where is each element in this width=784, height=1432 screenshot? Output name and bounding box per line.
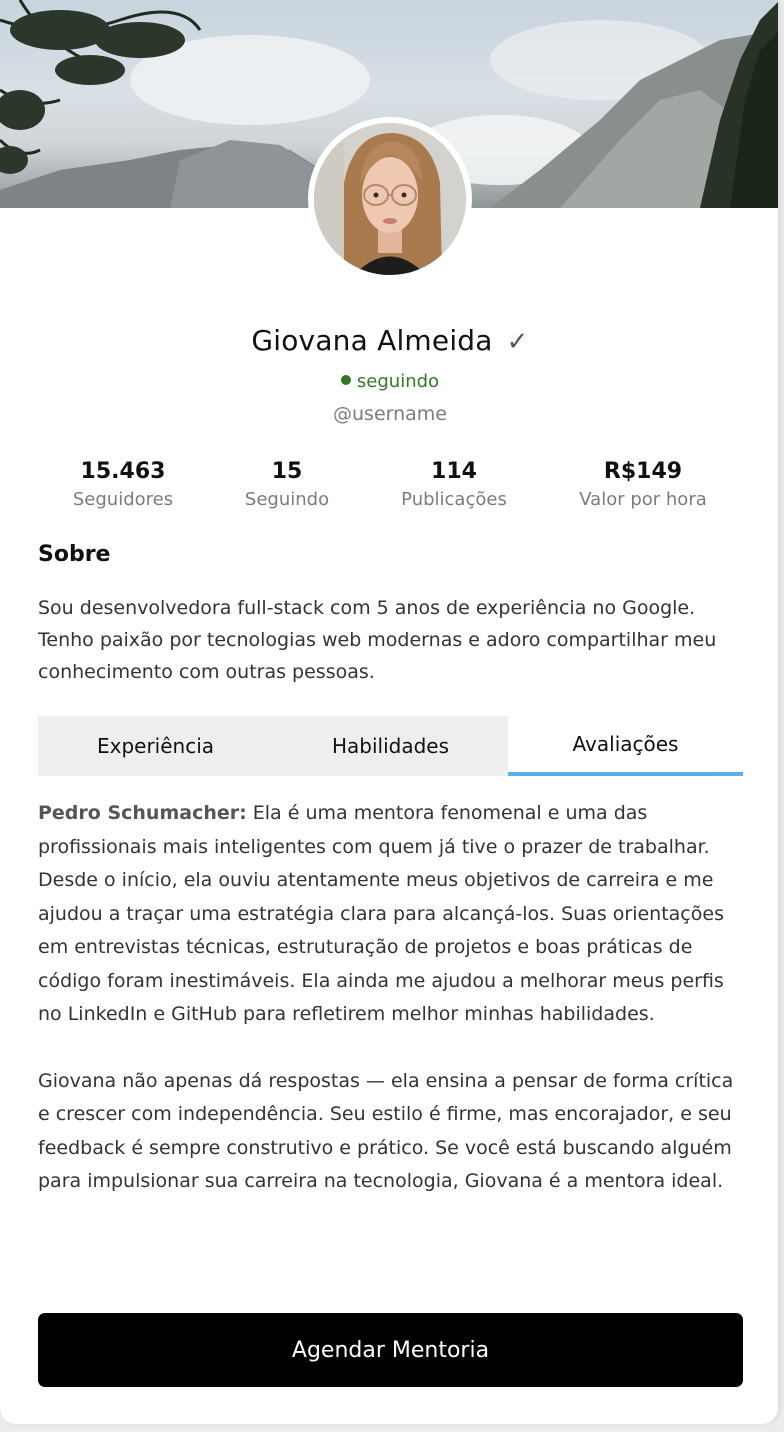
review-text: Giovana não apenas dá respostas — ela en… bbox=[38, 1069, 734, 1193]
profile-name: Giovana Almeida bbox=[251, 324, 493, 357]
profile-card: Giovana Almeida ✓ seguindo @username 15.4… bbox=[0, 0, 778, 1424]
username: @username bbox=[333, 403, 447, 425]
stat-label: Publicações bbox=[401, 489, 507, 510]
profile-tabs: Experiência Habilidades Avaliações bbox=[38, 716, 743, 776]
avatar-ring bbox=[308, 117, 472, 281]
stat-value: 15.463 bbox=[80, 459, 166, 484]
avatar-photo bbox=[314, 123, 466, 275]
about-heading: Sobre bbox=[38, 542, 111, 567]
review-paragraph: Pedro Schumacher: Ela é uma mentora feno… bbox=[38, 797, 750, 1032]
stat-label: Seguidores bbox=[72, 489, 174, 510]
profile-name-row: Giovana Almeida ✓ bbox=[0, 324, 778, 357]
tab-avaliacoes[interactable]: Avaliações bbox=[508, 716, 743, 776]
review-paragraph: Giovana não apenas dá respostas — ela en… bbox=[38, 1065, 750, 1199]
schedule-mentoring-button[interactable]: Agendar Mentoria bbox=[38, 1313, 743, 1387]
stat-value: 114 bbox=[431, 459, 477, 484]
status-dot-icon bbox=[340, 375, 351, 385]
stat-followers[interactable]: 15.463 Seguidores bbox=[53, 458, 193, 514]
stat-label: Seguindo bbox=[244, 489, 330, 510]
verified-check-icon: ✓ bbox=[506, 327, 529, 357]
review-author: Pedro Schumacher: bbox=[38, 802, 247, 824]
about-text: Sou desenvolvedora full-stack com 5 anos… bbox=[38, 597, 717, 683]
stat-hourly-rate: R$149 Valor por hora bbox=[563, 458, 723, 514]
review-content: Pedro Schumacher: Ela é uma mentora feno… bbox=[38, 797, 750, 1232]
stat-value: R$149 bbox=[603, 459, 683, 484]
follow-status-label: seguindo bbox=[356, 371, 440, 392]
tab-habilidades[interactable]: Habilidades bbox=[273, 716, 508, 776]
avatar[interactable] bbox=[314, 123, 466, 275]
stat-value: 15 bbox=[271, 459, 303, 484]
review-text: Ela é uma mentora fenomenal e uma das pr… bbox=[38, 802, 724, 1025]
stat-following[interactable]: 15 Seguindo bbox=[227, 458, 347, 514]
follow-status[interactable]: seguindo bbox=[0, 371, 778, 392]
stat-posts[interactable]: 114 Publicações bbox=[384, 458, 524, 514]
tab-experiencia[interactable]: Experiência bbox=[38, 716, 273, 776]
stat-label: Valor por hora bbox=[579, 489, 707, 510]
